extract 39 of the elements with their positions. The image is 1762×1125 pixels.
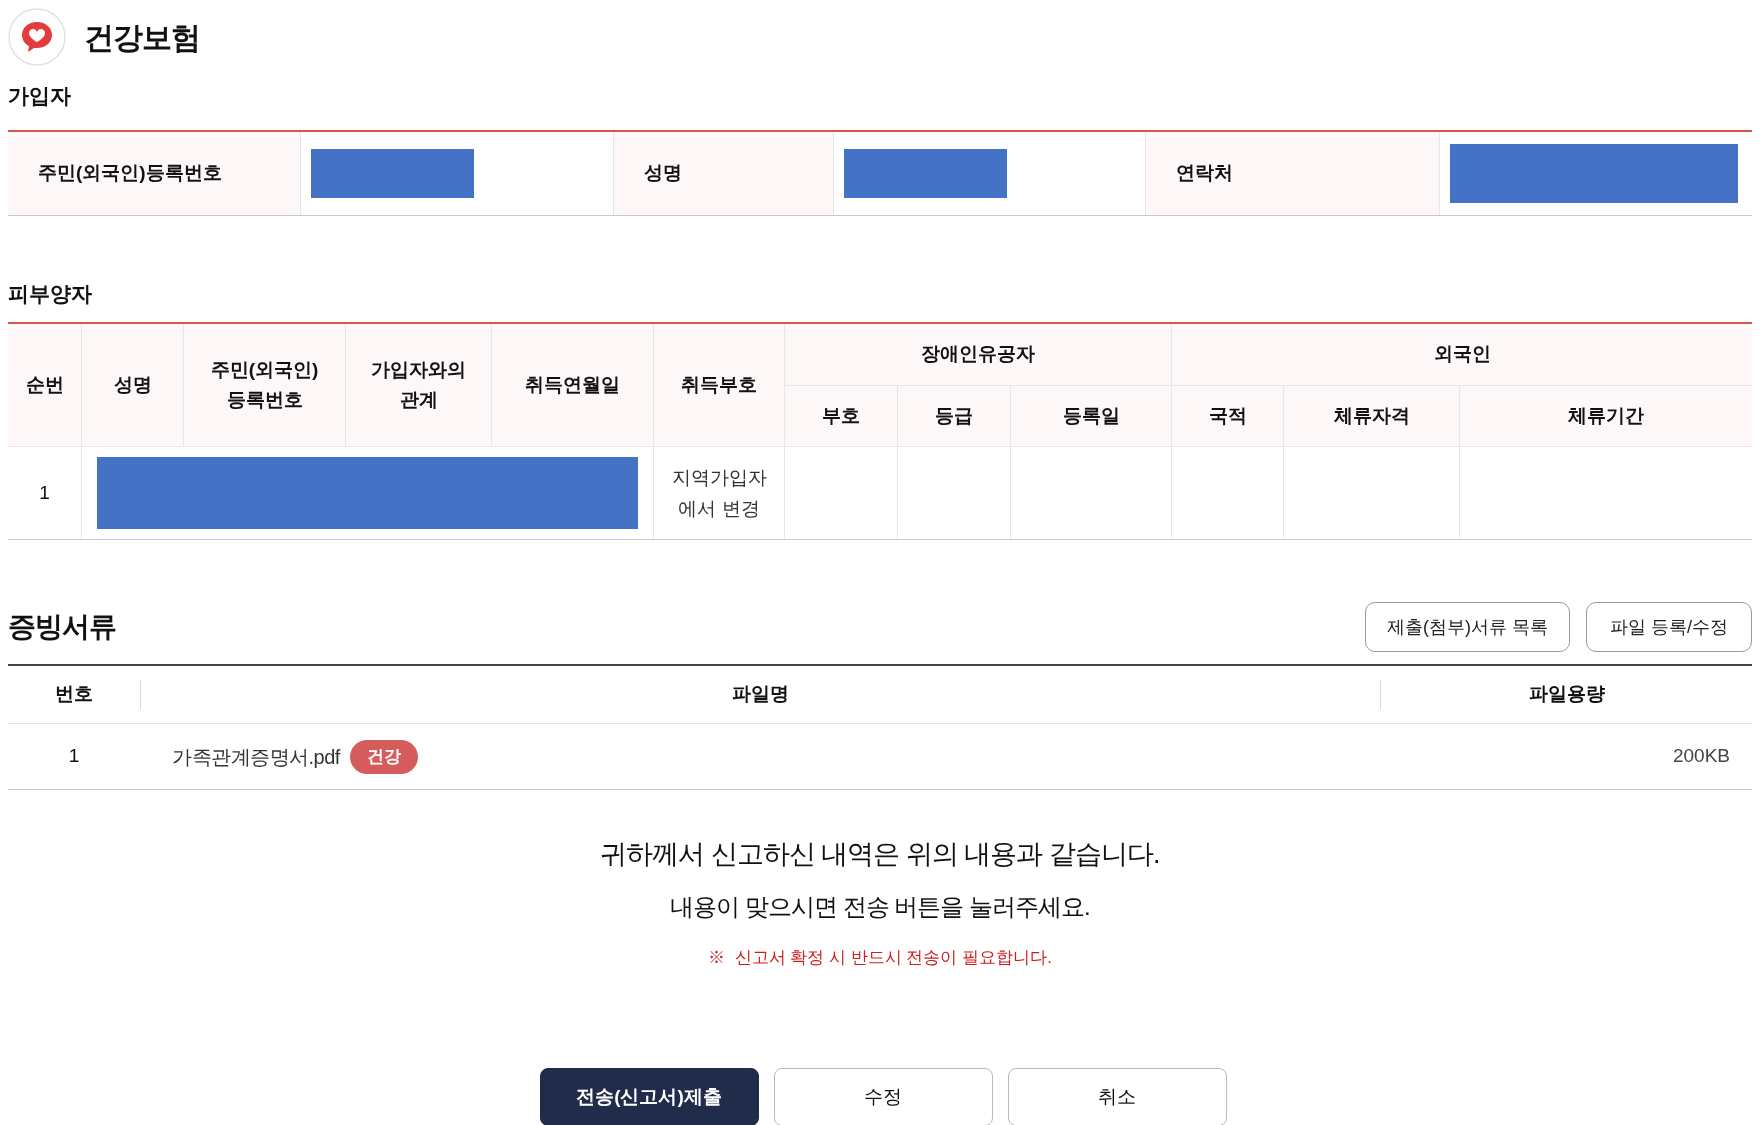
column-header: 체류기간 — [1568, 403, 1644, 428]
table-cell-text: 지역가입자 에서 변경 — [671, 466, 767, 521]
field-label: 성명 — [644, 161, 682, 186]
column-header: 파일용량 — [1528, 682, 1605, 707]
section-heading: 증빙서류 — [8, 610, 116, 644]
field-label: 연락처 — [1176, 161, 1233, 186]
column-group-header: 장애인유공자 — [921, 342, 1035, 367]
notice-text: 내용이 맞으시면 전송 버튼을 눌러주세요. — [670, 891, 1090, 922]
document-button[interactable]: 제출(첨부)서류 목록 — [1365, 602, 1570, 652]
field-label: 주민(외국인)등록번호 — [38, 161, 222, 186]
section-heading: 가입자 — [8, 83, 72, 109]
table-cell-text: 1 — [68, 744, 80, 769]
column-header: 부호 — [822, 403, 860, 428]
column-header: 번호 — [55, 682, 93, 707]
document-button[interactable]: 파일 등록/수정 — [1586, 602, 1752, 652]
column-header: 파일명 — [732, 682, 789, 707]
action-button[interactable]: 수정 — [773, 1068, 993, 1125]
column-header: 취득연월일 — [525, 373, 620, 397]
tag-badge: 건강 — [349, 739, 418, 774]
column-header: 국적 — [1208, 403, 1247, 428]
column-header: 체류자격 — [1333, 403, 1410, 428]
column-group-header: 외국인 — [1433, 342, 1491, 367]
table-cell-text: 1 — [39, 480, 50, 505]
column-header: 취득부호 — [681, 373, 757, 397]
warning-text: ※ 신고서 확정 시 반드시 전송이 필요합니다. — [708, 946, 1052, 969]
column-header: 가입자와의 관계 — [371, 358, 466, 412]
column-header: 주민(외국인) 등록번호 — [210, 358, 319, 412]
column-header: 순번 — [25, 373, 64, 397]
section-heading: 피부양자 — [8, 281, 93, 307]
action-button[interactable]: 전송(신고서)제출 — [539, 1068, 759, 1125]
notice-text: 귀하께서 신고하신 내역은 위의 내용과 같습니다. — [600, 838, 1160, 871]
action-button[interactable]: 취소 — [1007, 1068, 1227, 1125]
column-header: 성명 — [113, 373, 152, 397]
file-size: 200KB — [1672, 744, 1730, 769]
page-title: 건강보험 — [84, 19, 200, 56]
file-name: 가족관계증명서.pdf — [172, 744, 340, 770]
column-header: 등록일 — [1062, 403, 1120, 428]
heart-chat-icon — [8, 8, 66, 66]
column-header: 등급 — [935, 403, 973, 428]
